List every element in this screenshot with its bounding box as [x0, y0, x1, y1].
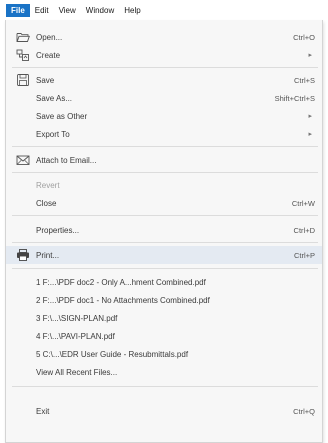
menu-item-label: Create — [36, 50, 61, 60]
file-menu-dropdown: Open... Ctrl+O Create ▸ Save Ctrl+S Save… — [5, 20, 323, 443]
menu-item-shortcut: Ctrl+S — [293, 75, 315, 85]
menu-item-revert: Revert — [6, 176, 322, 194]
menu-item-shortcut: Ctrl+Q — [293, 406, 315, 416]
submenu-arrow-icon: ▸ — [308, 52, 312, 59]
menu-item-label: Export To — [36, 129, 70, 139]
menu-item-shortcut: Ctrl+O — [293, 32, 315, 42]
recent-file-label: 5 C:\...\EDR User Guide - Resubmittals.p… — [36, 349, 189, 359]
menu-item-exit[interactable]: Exit Ctrl+Q — [6, 402, 322, 420]
menu-window[interactable]: Window — [81, 4, 119, 17]
recent-file-item[interactable]: 4 F:\...\PAVI-PLAN.pdf — [6, 327, 322, 345]
menu-item-label: Exit — [36, 406, 50, 416]
menu-item-view-all-recent[interactable]: View All Recent Files... — [6, 363, 322, 381]
menu-item-label: Save As... — [36, 93, 73, 103]
menu-separator — [12, 67, 318, 68]
menu-bar: File Edit View Window Help — [0, 0, 328, 20]
menu-item-label: Print... — [36, 250, 60, 260]
menu-item-label: Close — [36, 198, 57, 208]
menu-separator — [12, 242, 318, 243]
menu-item-save-as[interactable]: Save As... Shift+Ctrl+S — [6, 89, 322, 107]
menu-file[interactable]: File — [6, 3, 30, 17]
recent-file-item[interactable]: 3 F:\...\SIGN-PLAN.pdf — [6, 309, 322, 327]
folder-open-icon — [16, 33, 30, 42]
menu-item-shortcut: Ctrl+P — [293, 250, 315, 260]
menu-separator — [12, 268, 318, 269]
floppy-disk-icon — [17, 74, 29, 86]
recent-file-label: 1 F:...\PDF doc2 - Only A...hment Combin… — [36, 277, 206, 287]
email-envelope-icon — [16, 155, 30, 165]
menu-edit[interactable]: Edit — [30, 4, 54, 17]
recent-file-label: 2 F:...\PDF doc1 - No Attachments Combin… — [36, 295, 210, 305]
submenu-arrow-icon: ▸ — [308, 113, 312, 120]
recent-file-item[interactable]: 2 F:...\PDF doc1 - No Attachments Combin… — [6, 291, 322, 309]
recent-file-item[interactable]: 1 F:...\PDF doc2 - Only A...hment Combin… — [6, 273, 322, 291]
recent-file-item[interactable]: 5 C:\...\EDR User Guide - Resubmittals.p… — [6, 345, 322, 363]
menu-item-label: Properties... — [36, 225, 80, 235]
submenu-arrow-icon: ▸ — [308, 131, 312, 138]
menu-item-print[interactable]: Print... Ctrl+P — [6, 246, 322, 264]
menu-item-label: View All Recent Files... — [36, 367, 118, 377]
printer-icon — [17, 249, 29, 261]
menu-item-properties[interactable]: Properties... Ctrl+D — [6, 221, 322, 239]
menu-item-shortcut: Ctrl+D — [293, 225, 315, 235]
menu-item-create[interactable]: Create ▸ — [6, 46, 322, 64]
menu-item-open[interactable]: Open... Ctrl+O — [6, 28, 322, 46]
menu-view[interactable]: View — [54, 4, 81, 17]
menu-item-label: Save as Other — [36, 111, 88, 121]
menu-separator — [12, 146, 318, 147]
menu-help[interactable]: Help — [119, 4, 145, 17]
menu-item-label: Attach to Email... — [36, 155, 97, 165]
menu-item-save[interactable]: Save Ctrl+S — [6, 71, 322, 89]
menu-item-attach-to-email[interactable]: Attach to Email... — [6, 151, 322, 169]
menu-separator — [12, 215, 318, 216]
menu-item-label: Revert — [36, 180, 60, 190]
menu-item-shortcut: Shift+Ctrl+S — [274, 93, 315, 103]
menu-item-save-as-other[interactable]: Save as Other ▸ — [6, 107, 322, 125]
recent-file-label: 3 F:\...\SIGN-PLAN.pdf — [36, 313, 118, 323]
menu-item-export-to[interactable]: Export To ▸ — [6, 125, 322, 143]
recent-file-label: 4 F:\...\PAVI-PLAN.pdf — [36, 331, 115, 341]
create-pdf-icon — [16, 49, 29, 61]
menu-item-label: Save — [36, 75, 55, 85]
menu-separator — [12, 386, 318, 387]
menu-item-close[interactable]: Close Ctrl+W — [6, 194, 322, 212]
menu-separator — [12, 172, 318, 173]
menu-item-shortcut: Ctrl+W — [291, 198, 315, 208]
menu-item-label: Open... — [36, 32, 63, 42]
